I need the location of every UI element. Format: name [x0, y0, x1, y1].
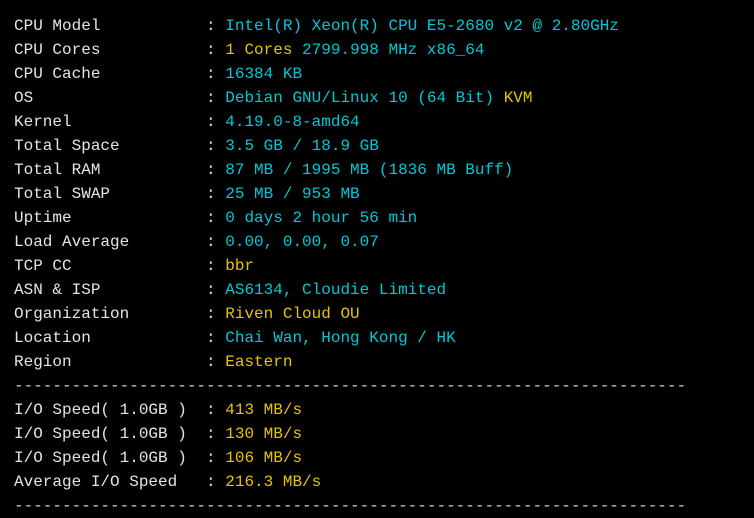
row-value: 106 MB/s [225, 449, 302, 467]
row-label: I/O Speed( 1.0GB ) [14, 401, 206, 419]
info-row: Total RAM : 87 MB / 1995 MB (1836 MB Buf… [14, 158, 740, 182]
info-row: Total SWAP : 25 MB / 953 MB [14, 182, 740, 206]
divider: ----------------------------------------… [14, 494, 740, 518]
info-row: Kernel : 4.19.0-8-amd64 [14, 110, 740, 134]
info-row: ASN & ISP : AS6134, Cloudie Limited [14, 278, 740, 302]
row-value: 25 MB / 953 MB [225, 185, 359, 203]
info-row: CPU Cache : 16384 KB [14, 62, 740, 86]
row-value: 2799.998 MHz x86_64 [292, 41, 484, 59]
row-label: ASN & ISP [14, 281, 206, 299]
row-separator: : [206, 161, 225, 179]
info-row: Load Average : 0.00, 0.00, 0.07 [14, 230, 740, 254]
row-separator: : [206, 473, 225, 491]
row-label: I/O Speed( 1.0GB ) [14, 425, 206, 443]
row-value: 1 Cores [225, 41, 292, 59]
row-separator: : [206, 17, 225, 35]
info-row: I/O Speed( 1.0GB ) : 130 MB/s [14, 422, 740, 446]
divider: ----------------------------------------… [14, 374, 740, 398]
info-row: I/O Speed( 1.0GB ) : 413 MB/s [14, 398, 740, 422]
row-separator: : [206, 185, 225, 203]
row-value: bbr [225, 257, 254, 275]
row-separator: : [206, 209, 225, 227]
row-separator: : [206, 65, 225, 83]
row-label: Kernel [14, 113, 206, 131]
row-value: 413 MB/s [225, 401, 302, 419]
row-value: Chai Wan, Hong Kong / HK [225, 329, 455, 347]
row-label: CPU Model [14, 17, 206, 35]
info-row: CPU Model : Intel(R) Xeon(R) CPU E5-2680… [14, 14, 740, 38]
row-label: Region [14, 353, 206, 371]
row-label: Total RAM [14, 161, 206, 179]
row-separator: : [206, 113, 225, 131]
row-value: AS6134, Cloudie Limited [225, 281, 446, 299]
row-separator: : [206, 41, 225, 59]
info-row: Uptime : 0 days 2 hour 56 min [14, 206, 740, 230]
info-row: I/O Speed( 1.0GB ) : 106 MB/s [14, 446, 740, 470]
row-label: Organization [14, 305, 206, 323]
row-value: 4.19.0-8-amd64 [225, 113, 359, 131]
row-label: OS [14, 89, 206, 107]
row-separator: : [206, 233, 225, 251]
row-label: TCP CC [14, 257, 206, 275]
row-label: Average I/O Speed [14, 473, 206, 491]
row-label: Total SWAP [14, 185, 206, 203]
info-row: TCP CC : bbr [14, 254, 740, 278]
row-label: Uptime [14, 209, 206, 227]
row-label: Total Space [14, 137, 206, 155]
row-value: 0 days 2 hour 56 min [225, 209, 417, 227]
row-separator: : [206, 137, 225, 155]
row-value: Intel(R) Xeon(R) CPU E5-2680 v2 @ 2.80GH… [225, 17, 619, 35]
terminal-output: CPU Model : Intel(R) Xeon(R) CPU E5-2680… [14, 14, 740, 518]
row-label: Location [14, 329, 206, 347]
row-value: 0.00, 0.00, 0.07 [225, 233, 379, 251]
info-row: Location : Chai Wan, Hong Kong / HK [14, 326, 740, 350]
row-value: 3.5 GB / 18.9 GB [225, 137, 379, 155]
row-separator: : [206, 89, 225, 107]
row-label: CPU Cache [14, 65, 206, 83]
row-label: I/O Speed( 1.0GB ) [14, 449, 206, 467]
row-value: 87 MB / 1995 MB (1836 MB Buff) [225, 161, 513, 179]
row-separator: : [206, 353, 225, 371]
row-label: CPU Cores [14, 41, 206, 59]
row-separator: : [206, 305, 225, 323]
row-separator: : [206, 257, 225, 275]
info-row: Average I/O Speed : 216.3 MB/s [14, 470, 740, 494]
row-value: Eastern [225, 353, 292, 371]
row-separator: : [206, 281, 225, 299]
row-value: Debian GNU/Linux 10 (64 Bit) [225, 89, 503, 107]
info-row: Total Space : 3.5 GB / 18.9 GB [14, 134, 740, 158]
row-value: 216.3 MB/s [225, 473, 321, 491]
row-value: KVM [504, 89, 533, 107]
row-value: Riven Cloud OU [225, 305, 359, 323]
row-separator: : [206, 329, 225, 347]
row-label: Load Average [14, 233, 206, 251]
info-row: CPU Cores : 1 Cores 2799.998 MHz x86_64 [14, 38, 740, 62]
info-row: OS : Debian GNU/Linux 10 (64 Bit) KVM [14, 86, 740, 110]
row-value: 16384 KB [225, 65, 302, 83]
info-row: Region : Eastern [14, 350, 740, 374]
row-value: 130 MB/s [225, 425, 302, 443]
row-separator: : [206, 425, 225, 443]
info-row: Organization : Riven Cloud OU [14, 302, 740, 326]
row-separator: : [206, 401, 225, 419]
row-separator: : [206, 449, 225, 467]
